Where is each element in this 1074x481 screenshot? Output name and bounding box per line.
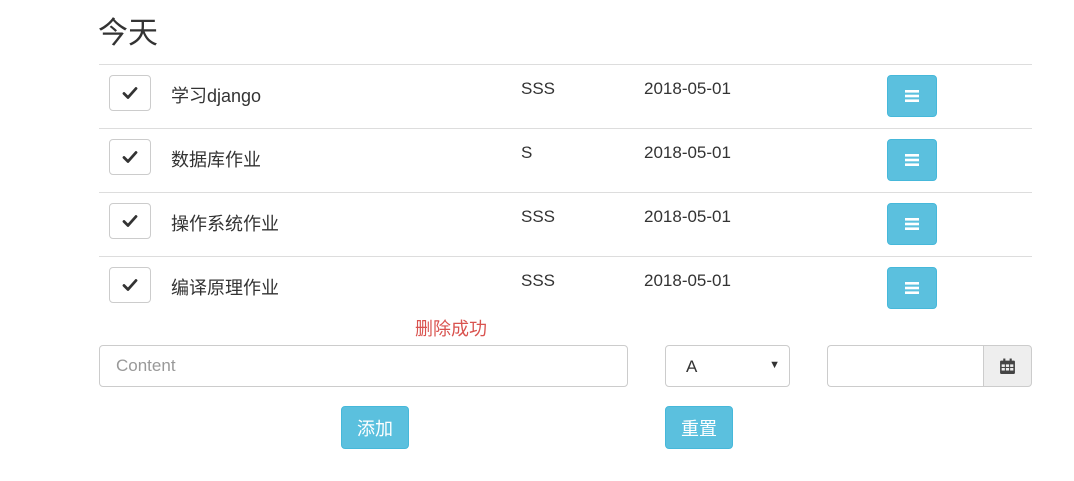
- task-row: 学习django SSS 2018-05-01: [99, 64, 1032, 128]
- task-menu-button[interactable]: [887, 75, 937, 117]
- task-date: 2018-05-01: [644, 207, 731, 226]
- menu-icon: [905, 218, 919, 230]
- task-row: 操作系统作业 SSS 2018-05-01: [99, 192, 1032, 256]
- check-icon: [122, 151, 138, 163]
- calendar-button[interactable]: [983, 345, 1032, 387]
- task-date: 2018-05-01: [644, 79, 731, 98]
- add-button[interactable]: 添加: [341, 406, 409, 449]
- complete-task-button[interactable]: [109, 267, 151, 303]
- complete-task-button[interactable]: [109, 75, 151, 111]
- date-picker: [827, 345, 1032, 387]
- task-row: 编译原理作业 SSS 2018-05-01: [99, 256, 1032, 320]
- check-icon: [122, 215, 138, 227]
- task-row: 数据库作业 S 2018-05-01: [99, 128, 1032, 192]
- page-title: 今天: [98, 17, 158, 50]
- task-list: 学习django SSS 2018-05-01 数据库作业 S 2018-05-…: [99, 64, 1032, 320]
- calendar-icon: [1000, 358, 1015, 374]
- status-message: 删除成功: [415, 319, 487, 339]
- priority-select[interactable]: A ▼: [665, 345, 790, 387]
- task-title: 学习django: [171, 86, 262, 106]
- menu-icon: [905, 282, 919, 294]
- caret-down-icon: ▼: [769, 359, 780, 371]
- check-icon: [122, 87, 138, 99]
- task-priority: S: [521, 143, 533, 162]
- task-menu-button[interactable]: [887, 267, 937, 309]
- task-menu-button[interactable]: [887, 139, 937, 181]
- task-date: 2018-05-01: [644, 143, 731, 162]
- task-priority: SSS: [521, 271, 556, 290]
- task-title: 操作系统作业: [171, 214, 279, 234]
- date-input[interactable]: [827, 345, 984, 387]
- task-date: 2018-05-01: [644, 271, 731, 290]
- task-priority: SSS: [521, 79, 556, 98]
- priority-selected-value: A: [686, 357, 698, 376]
- task-title: 数据库作业: [171, 150, 261, 170]
- complete-task-button[interactable]: [109, 203, 151, 239]
- check-icon: [122, 279, 138, 291]
- task-priority: SSS: [521, 207, 556, 226]
- complete-task-button[interactable]: [109, 139, 151, 175]
- menu-icon: [905, 154, 919, 166]
- task-title: 编译原理作业: [171, 278, 279, 298]
- reset-button[interactable]: 重置: [665, 406, 733, 449]
- task-menu-button[interactable]: [887, 203, 937, 245]
- content-input[interactable]: [99, 345, 628, 387]
- menu-icon: [905, 90, 919, 102]
